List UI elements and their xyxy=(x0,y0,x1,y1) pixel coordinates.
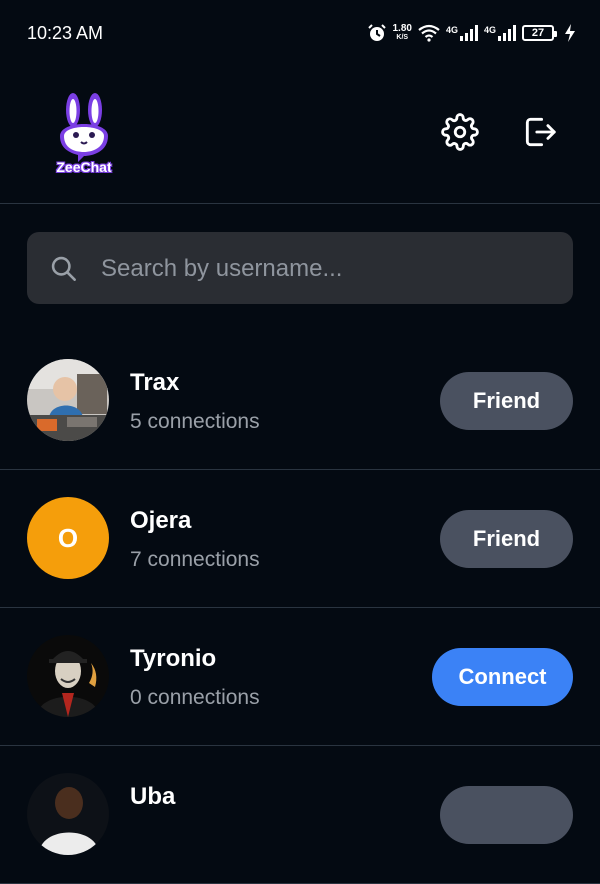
friend-button[interactable]: Friend xyxy=(440,372,573,430)
settings-button[interactable] xyxy=(440,112,480,152)
network-type-2: 4G xyxy=(483,25,496,35)
connection-count: 0 connections xyxy=(130,686,260,709)
connection-count: 7 connections xyxy=(130,548,260,571)
avatar-photo-uba xyxy=(27,773,109,855)
charging-icon xyxy=(565,24,575,42)
alarm-icon xyxy=(367,24,386,41)
username: Uba xyxy=(130,783,176,810)
username: Trax xyxy=(130,369,180,396)
app-logo: ZeeChat xyxy=(48,92,120,178)
settings-icon xyxy=(441,113,479,151)
avatar-photo-tyronio xyxy=(27,635,109,717)
list-item[interactable]: Tyronio 0 connections Connect xyxy=(0,608,600,746)
search-bar xyxy=(27,232,573,306)
wifi-icon xyxy=(418,24,440,42)
status-bar: 10:23 AM 1.80 K/S 4G 4G 27 xyxy=(0,0,600,66)
friend-button[interactable] xyxy=(440,786,573,844)
logo-text: ZeeChat xyxy=(56,159,112,175)
avatar xyxy=(27,635,109,717)
status-icons: 1.80 K/S 4G 4G 27 xyxy=(367,20,577,46)
bunny-logo-icon xyxy=(60,93,108,162)
avatar xyxy=(27,773,109,855)
avatar-photo-trax xyxy=(27,359,109,441)
search-icon xyxy=(51,256,76,281)
username: Tyronio xyxy=(130,645,217,672)
list-item[interactable]: Uba xyxy=(0,746,600,884)
list-item[interactable]: O Ojera 7 connections Friend xyxy=(0,470,600,608)
status-time: 10:23 AM xyxy=(27,23,104,43)
network-speed: 1.80 K/S xyxy=(393,24,412,42)
app-header: ZeeChat xyxy=(0,66,600,204)
signal-1: 4G xyxy=(446,25,478,41)
network-type-1: 4G xyxy=(445,25,458,35)
signal-2: 4G xyxy=(484,25,516,41)
search-input[interactable] xyxy=(99,232,563,306)
user-list: Trax 5 connections Friend O Ojera 7 conn… xyxy=(0,332,600,884)
connection-count: 5 connections xyxy=(130,410,260,433)
friend-button[interactable]: Friend xyxy=(440,510,573,568)
battery-level: 27 xyxy=(522,25,557,41)
avatar: O xyxy=(27,497,109,579)
username: Ojera xyxy=(130,507,192,534)
list-item[interactable]: Trax 5 connections Friend xyxy=(0,332,600,470)
avatar xyxy=(27,359,109,441)
speed-unit: K/S xyxy=(396,34,409,41)
connect-button[interactable]: Connect xyxy=(432,648,573,706)
logout-icon xyxy=(525,117,556,147)
logout-button[interactable] xyxy=(520,112,560,152)
